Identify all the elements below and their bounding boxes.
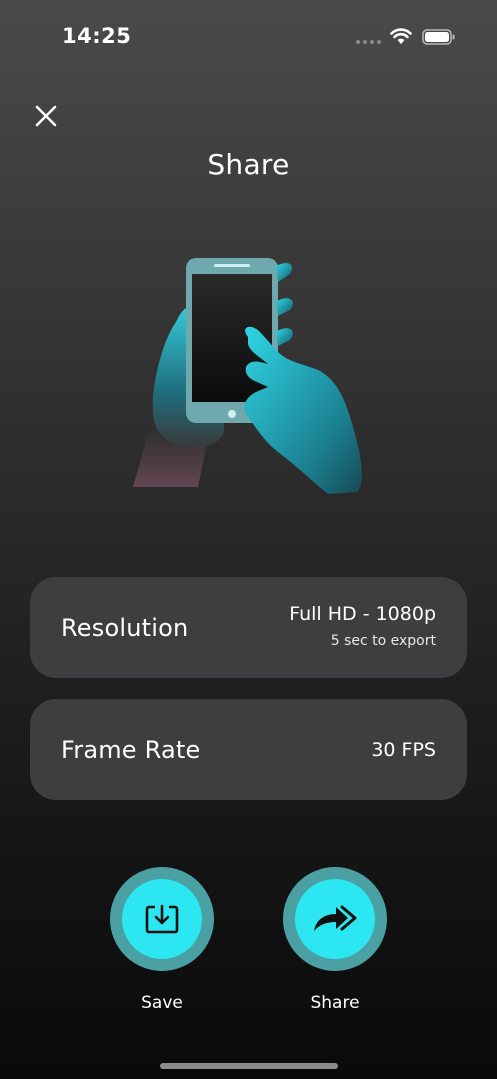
wifi-icon	[390, 28, 412, 44]
frame-rate-value: 30 FPS	[371, 738, 436, 761]
download-icon	[145, 904, 179, 934]
battery-icon	[422, 29, 455, 45]
frame-rate-setting[interactable]: Frame Rate 30 FPS	[30, 699, 467, 800]
page-title: Share	[207, 148, 290, 181]
forward-share-icon	[314, 905, 357, 931]
save-button-face	[122, 879, 202, 959]
home-indicator[interactable]	[160, 1063, 338, 1069]
share-button-face	[295, 879, 375, 959]
save-button[interactable]	[110, 867, 214, 971]
status-bar: 14:25	[0, 0, 497, 70]
phone-in-hands-illustration	[133, 258, 362, 494]
save-label: Save	[141, 993, 183, 1013]
export-time-text: 5 sec to export	[330, 633, 436, 649]
resolution-setting[interactable]: Resolution Full HD - 1080p 5 sec to expo…	[30, 577, 467, 678]
frame-rate-label: Frame Rate	[61, 735, 201, 764]
status-time: 14:25	[62, 24, 132, 48]
resolution-value: Full HD - 1080p	[289, 603, 436, 625]
share-label: Share	[310, 993, 360, 1013]
share-button[interactable]	[283, 867, 387, 971]
close-icon	[35, 105, 57, 127]
resolution-label: Resolution	[61, 613, 189, 642]
close-button[interactable]	[30, 100, 62, 132]
cellular-signal-icon	[356, 40, 381, 44]
